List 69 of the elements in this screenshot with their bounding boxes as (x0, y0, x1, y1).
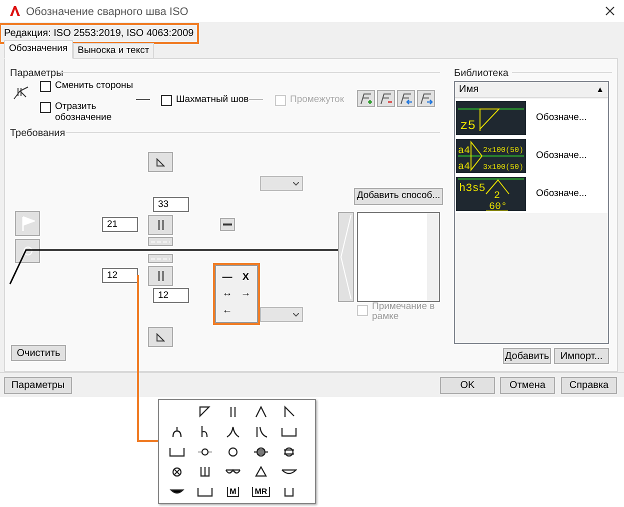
leader-tool-button[interactable] (357, 90, 375, 107)
preview-text: a4 (458, 162, 470, 173)
scrollbar[interactable] (427, 213, 439, 301)
input-field[interactable]: 12 (153, 288, 189, 303)
tab[interactable]: Обозначения (4, 40, 73, 59)
circle-icon (22, 246, 32, 256)
menu-item[interactable]: — (218, 269, 236, 286)
preview-text: 60° (489, 202, 508, 211)
preview-text: z5 (460, 118, 476, 133)
help-button[interactable]: Справка (561, 377, 617, 394)
weld-symbol-preview[interactable]: z5 (456, 101, 526, 135)
weld-symbol-icon[interactable]: MR (252, 487, 270, 497)
leader-icon (379, 92, 393, 105)
sort-indicator[interactable]: ▲ (596, 84, 604, 96)
library-item-name[interactable]: Обозначе... (536, 110, 587, 126)
cancel-button[interactable]: Отмена (500, 377, 555, 394)
leader-tool-button[interactable] (377, 90, 395, 107)
preview-text: h3s5 (459, 183, 486, 195)
weld-symbol-button[interactable] (148, 327, 173, 347)
weld-symbol-button[interactable] (148, 266, 173, 286)
menu-item[interactable]: → (236, 286, 255, 302)
leader-tool-button[interactable] (417, 90, 435, 107)
weld-symbol-icon[interactable] (253, 404, 269, 420)
library-item-name[interactable]: Обозначе... (536, 148, 587, 164)
app-logo-icon (9, 5, 21, 17)
all-around-button[interactable] (15, 239, 40, 263)
column-header[interactable]: Имя (459, 82, 478, 97)
double-line-icon (158, 271, 164, 281)
menu-item[interactable]: X (236, 269, 255, 286)
weld-symbol-icon[interactable] (197, 404, 213, 420)
tab[interactable]: Выноска и текст (72, 43, 154, 59)
settings-button[interactable]: Параметры (4, 377, 72, 394)
weld-symbol-icon[interactable] (225, 424, 241, 440)
input-field[interactable]: 12 (102, 268, 138, 283)
note-text-area[interactable] (357, 212, 440, 302)
fillet-icon (156, 158, 165, 166)
leader-icon (419, 92, 433, 105)
weld-symbol-button[interactable] (220, 218, 235, 231)
menu-item[interactable]: ↔ (218, 286, 236, 302)
weld-symbol-button[interactable] (148, 215, 173, 235)
leader-icon (399, 92, 413, 105)
menu-item[interactable]: ← (218, 302, 236, 319)
checkbox[interactable]: Шахматный шов (161, 94, 249, 106)
flag-icon (20, 216, 34, 232)
caret-icon[interactable] (293, 182, 299, 186)
tail-icon (340, 214, 352, 300)
fillet-icon (156, 332, 165, 342)
close-icon[interactable] (605, 6, 615, 16)
clear-button[interactable]: Очистить (11, 345, 66, 361)
input-field[interactable]: 33 (153, 197, 189, 212)
leader-icon (359, 92, 373, 105)
library-item-name[interactable]: Обозначе... (536, 186, 587, 202)
input-field[interactable]: 21 (102, 217, 138, 232)
leader-tool-button[interactable] (397, 90, 415, 107)
add-method-button[interactable]: Добавить способ... (354, 188, 443, 205)
preview-text: 2 (494, 191, 500, 202)
caret-icon[interactable] (293, 313, 299, 317)
weld-symbol-icon[interactable]: M (226, 487, 240, 497)
preview-text: a4 (458, 146, 470, 157)
double-line-icon (158, 220, 164, 230)
window-title: Обозначение сварного шва ISO (26, 5, 188, 20)
weld-symbol-preview[interactable]: h3s5 2 60° (456, 177, 526, 211)
checkbox[interactable]: Отразить обозначение (40, 101, 117, 123)
dash-icon (223, 223, 232, 226)
ok-button[interactable]: OK (440, 377, 495, 394)
weld-symbol-button[interactable] (148, 152, 173, 172)
checkbox[interactable]: Сменить стороны (40, 80, 134, 92)
import-button[interactable]: Импорт... (554, 348, 609, 364)
add-button[interactable]: Добавить (503, 348, 551, 364)
